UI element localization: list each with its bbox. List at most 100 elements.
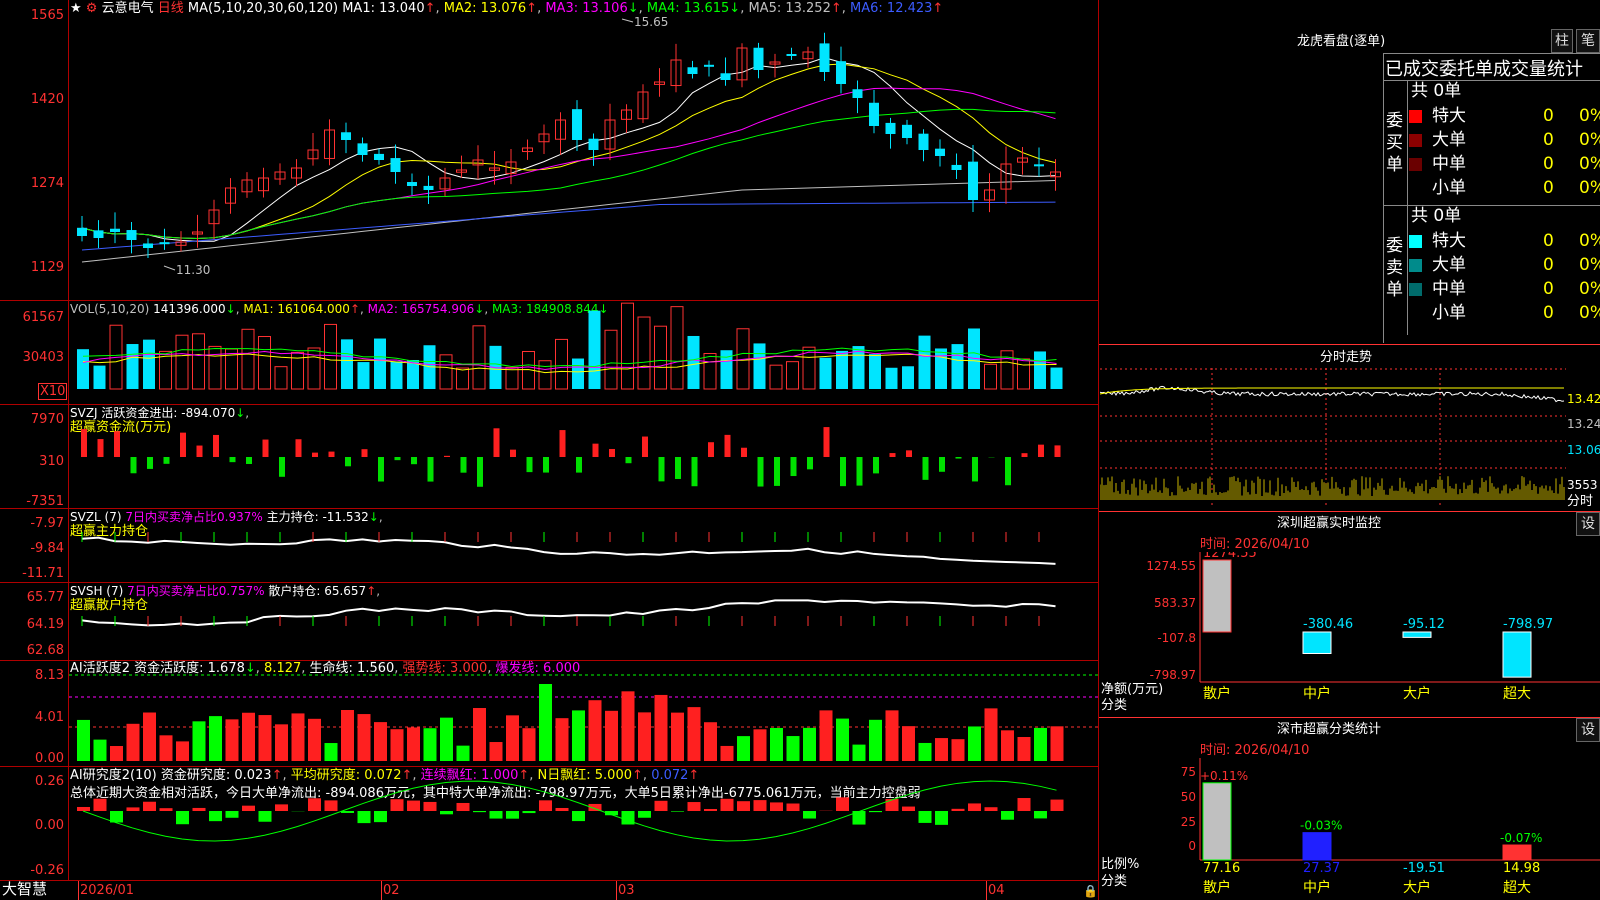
svzj-bar: [823, 427, 830, 457]
volume-bar: [753, 343, 766, 389]
svzj-bar: [609, 448, 615, 457]
svzj-bar: [922, 457, 929, 480]
low-price-mark: 11.30: [176, 263, 210, 277]
volume-bar: [472, 325, 486, 390]
research-bar: [489, 811, 503, 819]
ai-research-chart[interactable]: [69, 767, 1098, 880]
active-bar: [869, 719, 882, 761]
monitor-bar: [1302, 631, 1332, 654]
svzj-bar: [1021, 453, 1028, 457]
active-bar: [341, 710, 354, 761]
ma-line: [81, 57, 1056, 242]
main-divider: [1098, 0, 1099, 900]
candle-down: [918, 133, 929, 150]
monitor-value: 1274.55: [1203, 552, 1257, 561]
ai-active-axis-label: 0.00: [35, 751, 64, 766]
candle-down: [1034, 164, 1044, 167]
volume-bar: [918, 335, 931, 389]
volume-chart[interactable]: [69, 301, 1098, 404]
candle-down: [588, 138, 599, 150]
svzj-bar: [246, 457, 252, 464]
volume-ma-line: [82, 347, 1057, 368]
ai-research-axis-label: 0.26: [35, 774, 64, 789]
candle-down: [885, 122, 896, 134]
date-label: 04: [988, 883, 1005, 898]
monitor-ylabel: 净额(万元): [1101, 682, 1164, 697]
research-bar: [753, 800, 767, 811]
research-bar: [638, 811, 651, 818]
candle-down: [341, 132, 351, 140]
active-bar: [968, 726, 981, 761]
volume-bar: [902, 366, 914, 389]
svzj-bar: [427, 457, 434, 482]
volume-bar: [538, 360, 552, 390]
svsh-chart[interactable]: [69, 583, 1098, 660]
active-bar: [159, 735, 173, 761]
svzj-bar: [675, 457, 681, 479]
brand-label: 大智慧: [2, 880, 48, 898]
tick-mode-button[interactable]: 笔: [1576, 29, 1600, 53]
candle-down: [110, 228, 120, 232]
svzj-bar: [625, 457, 632, 464]
research-bar: [522, 811, 536, 814]
svzj-bar: [81, 429, 87, 457]
active-bar: [209, 716, 222, 761]
intraday-unit-label: 分时: [1567, 494, 1594, 509]
research-bar: [885, 799, 899, 811]
svzj-bar: [229, 457, 236, 463]
svzl-axis-label: -9.84: [30, 541, 64, 556]
monitor-settings-button[interactable]: 设: [1576, 512, 1600, 536]
active-bar: [687, 707, 701, 761]
svzj-bar: [411, 457, 417, 465]
classify-time: 时间: 2026/04/10: [1200, 743, 1310, 758]
research-bar: [786, 803, 800, 811]
vol-axis-label: 61567: [22, 310, 64, 325]
volume-bar: [456, 367, 469, 390]
monitor-chart[interactable]: 1274.55 583.37 -107.8 -798.97 1274.55 散户 -380.…: [1100, 552, 1600, 722]
classify-settings-button[interactable]: 设: [1576, 718, 1600, 742]
volume-bar: [703, 353, 717, 390]
active-bar: [110, 746, 123, 761]
ma5-line: [81, 180, 1056, 263]
active-bar: [407, 727, 420, 761]
svzj-bar: [114, 431, 120, 457]
volume-bar: [885, 367, 898, 389]
candle-down: [423, 185, 434, 190]
lock-icon[interactable]: 🔒: [1083, 884, 1098, 898]
active-bar: [275, 724, 288, 761]
svzj-bar: [790, 457, 797, 477]
active-bar: [720, 745, 734, 761]
candle-down: [720, 73, 731, 80]
trend-line: [81, 536, 1056, 565]
svzj-bar: [510, 449, 516, 457]
classify-bar: [1502, 844, 1532, 861]
panel-divider: [0, 880, 1098, 881]
classify-bar: [1202, 782, 1232, 861]
research-bar: [176, 811, 189, 825]
svzj-bar: [1005, 457, 1011, 486]
intraday-chart[interactable]: [1100, 368, 1566, 508]
research-bar: [242, 805, 255, 811]
svsh-axis-label: 64.19: [26, 617, 64, 632]
candle-down: [951, 164, 962, 170]
svzj-bar: [559, 430, 566, 457]
research-bar: [555, 807, 569, 811]
bar-mode-button[interactable]: 柱: [1551, 29, 1573, 53]
active-bar: [918, 742, 932, 761]
volume-bar: [439, 354, 453, 390]
volume-bar: [1034, 351, 1046, 389]
research-bar: [506, 811, 519, 819]
candle-down: [407, 182, 417, 186]
order-row: 小单00%: [1409, 176, 1600, 200]
volume-bar: [670, 306, 684, 390]
classify-chart[interactable]: 75 50 25 0 +0.11% 77.16 散户 -0.03% 27.37 中户 -19.51 大…: [1100, 758, 1600, 900]
svzj-chart[interactable]: [69, 405, 1098, 508]
svzj-bar: [345, 457, 351, 467]
active-bar: [852, 744, 866, 761]
candle-down: [836, 61, 846, 84]
ai-active-chart[interactable]: [69, 661, 1098, 766]
candlestick-chart[interactable]: 15.65 11.30: [69, 0, 1098, 300]
svzl-chart[interactable]: [69, 509, 1098, 582]
monitor-title: 深圳超赢实时监控: [1277, 516, 1382, 531]
research-bar: [308, 798, 321, 811]
